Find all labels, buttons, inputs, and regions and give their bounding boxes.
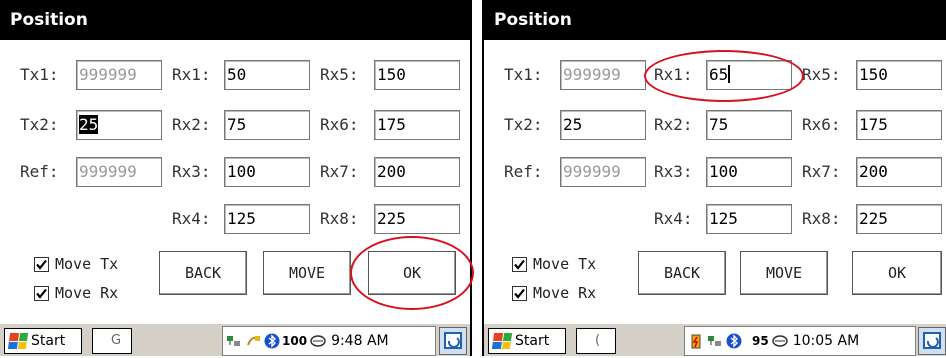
tx2-label: Tx2: (20, 115, 59, 134)
rx6-label: Rx6: (320, 115, 359, 134)
clock[interactable]: 10:05 AM (793, 333, 859, 349)
start-button[interactable]: Start (488, 328, 566, 354)
rx7-label: Rx7: (320, 162, 359, 181)
signal-strength-text: 95 (752, 334, 769, 348)
move-rx-label: Move Rx (533, 284, 597, 302)
taskbar: Start ( 95 10:05 AM (484, 322, 946, 356)
move-rx-label: Move Rx (55, 284, 119, 302)
checkbox-checked-icon (512, 256, 527, 272)
rx3-field[interactable]: 100 (224, 157, 310, 187)
rx1-highlight-circle (644, 50, 804, 102)
battery-icon[interactable] (688, 333, 704, 349)
network-icon[interactable] (707, 333, 723, 349)
rx8-field[interactable]: 225 (374, 204, 460, 234)
system-tray: 95 10:05 AM (684, 326, 916, 356)
clock[interactable]: 9:48 AM (331, 333, 389, 349)
tx2-field[interactable]: 25 (560, 110, 646, 140)
taskbar: Start G 100 9:48 AM (0, 322, 470, 356)
tx1-field[interactable]: 999999 (560, 60, 646, 90)
rx6-field[interactable]: 175 (374, 110, 460, 140)
move-tx-label: Move Tx (55, 255, 119, 273)
move-button[interactable]: MOVE (740, 251, 828, 295)
ok-highlight-circle (350, 236, 474, 310)
network-icon[interactable] (226, 333, 242, 349)
taskbar-window-button[interactable]: G (92, 328, 132, 354)
position-window-left: Position Tx1: 999999 Tx2: 25 Ref: 999999… (0, 0, 474, 356)
start-label: Start (31, 333, 66, 349)
rx3-label: Rx3: (654, 162, 693, 181)
ref-field[interactable]: 999999 (560, 157, 646, 187)
title-bar: Position (484, 0, 946, 40)
windows-flag-icon (7, 333, 29, 349)
rx2-field[interactable]: 75 (224, 110, 310, 140)
rx3-label: Rx3: (172, 162, 211, 181)
rx2-label: Rx2: (654, 115, 693, 134)
desktop-icon[interactable] (918, 327, 946, 355)
task-button-text: ( (595, 333, 601, 348)
bluetooth-icon[interactable] (264, 333, 280, 349)
rx5-field[interactable]: 150 (856, 60, 942, 90)
tx1-label: Tx1: (504, 65, 543, 84)
ref-field[interactable]: 999999 (76, 157, 162, 187)
rx7-field[interactable]: 200 (374, 157, 460, 187)
rx5-label: Rx5: (802, 65, 841, 84)
move-tx-label: Move Tx (533, 255, 597, 273)
title-bar: Position (0, 0, 470, 40)
power-plug-icon[interactable] (245, 333, 261, 349)
rx5-label: Rx5: (320, 65, 359, 84)
start-label: Start (515, 333, 550, 349)
rx6-field[interactable]: 175 (856, 110, 942, 140)
back-button[interactable]: BACK (159, 251, 247, 295)
tx1-field[interactable]: 999999 (76, 60, 162, 90)
bluetooth-icon[interactable] (726, 333, 742, 349)
signal-strength-text: 100 (282, 334, 308, 348)
rx8-field[interactable]: 225 (856, 204, 942, 234)
taskbar-window-button[interactable]: ( (576, 328, 616, 354)
position-window-right: Position Tx1: 999999 Tx2: 25 Ref: 999999… (482, 0, 946, 356)
system-tray: 100 9:48 AM (222, 326, 436, 356)
tx2-field[interactable]: 25 (76, 110, 162, 140)
rx4-field[interactable]: 125 (706, 204, 792, 234)
rx2-label: Rx2: (172, 115, 211, 134)
rx3-field[interactable]: 100 (706, 157, 792, 187)
checkbox-checked-icon (34, 285, 49, 301)
rx1-label: Rx1: (172, 65, 211, 84)
back-button[interactable]: BACK (638, 251, 726, 295)
ok-button[interactable]: OK (852, 251, 942, 295)
rx8-label: Rx8: (320, 209, 359, 228)
move-rx-checkbox[interactable]: Move Rx (512, 284, 596, 302)
start-button[interactable]: Start (4, 328, 82, 354)
checkbox-checked-icon (512, 285, 527, 301)
checkbox-checked-icon (34, 256, 49, 272)
ref-label: Ref: (504, 162, 543, 181)
signal-icon[interactable] (310, 333, 326, 349)
window-title: Position (494, 10, 572, 30)
move-rx-checkbox[interactable]: Move Rx (34, 284, 118, 302)
tx1-label: Tx1: (20, 65, 59, 84)
task-button-text: G (111, 333, 122, 348)
rx4-field[interactable]: 125 (224, 204, 310, 234)
rx6-label: Rx6: (802, 115, 841, 134)
tx2-label: Tx2: (504, 115, 543, 134)
rx2-field[interactable]: 75 (706, 110, 792, 140)
desktop-icon[interactable] (439, 327, 467, 355)
rx7-label: Rx7: (802, 162, 841, 181)
rx5-field[interactable]: 150 (374, 60, 460, 90)
rx4-label: Rx4: (654, 209, 693, 228)
windows-flag-icon (491, 333, 513, 349)
move-tx-checkbox[interactable]: Move Tx (512, 255, 596, 273)
move-button[interactable]: MOVE (263, 251, 351, 295)
rx4-label: Rx4: (172, 209, 211, 228)
ref-label: Ref: (20, 162, 59, 181)
signal-icon[interactable] (771, 333, 788, 349)
window-title: Position (10, 10, 88, 30)
rx8-label: Rx8: (802, 209, 841, 228)
move-tx-checkbox[interactable]: Move Tx (34, 255, 118, 273)
rx1-field[interactable]: 50 (224, 60, 310, 90)
tx2-selected-text: 25 (79, 115, 99, 134)
rx7-field[interactable]: 200 (856, 157, 942, 187)
